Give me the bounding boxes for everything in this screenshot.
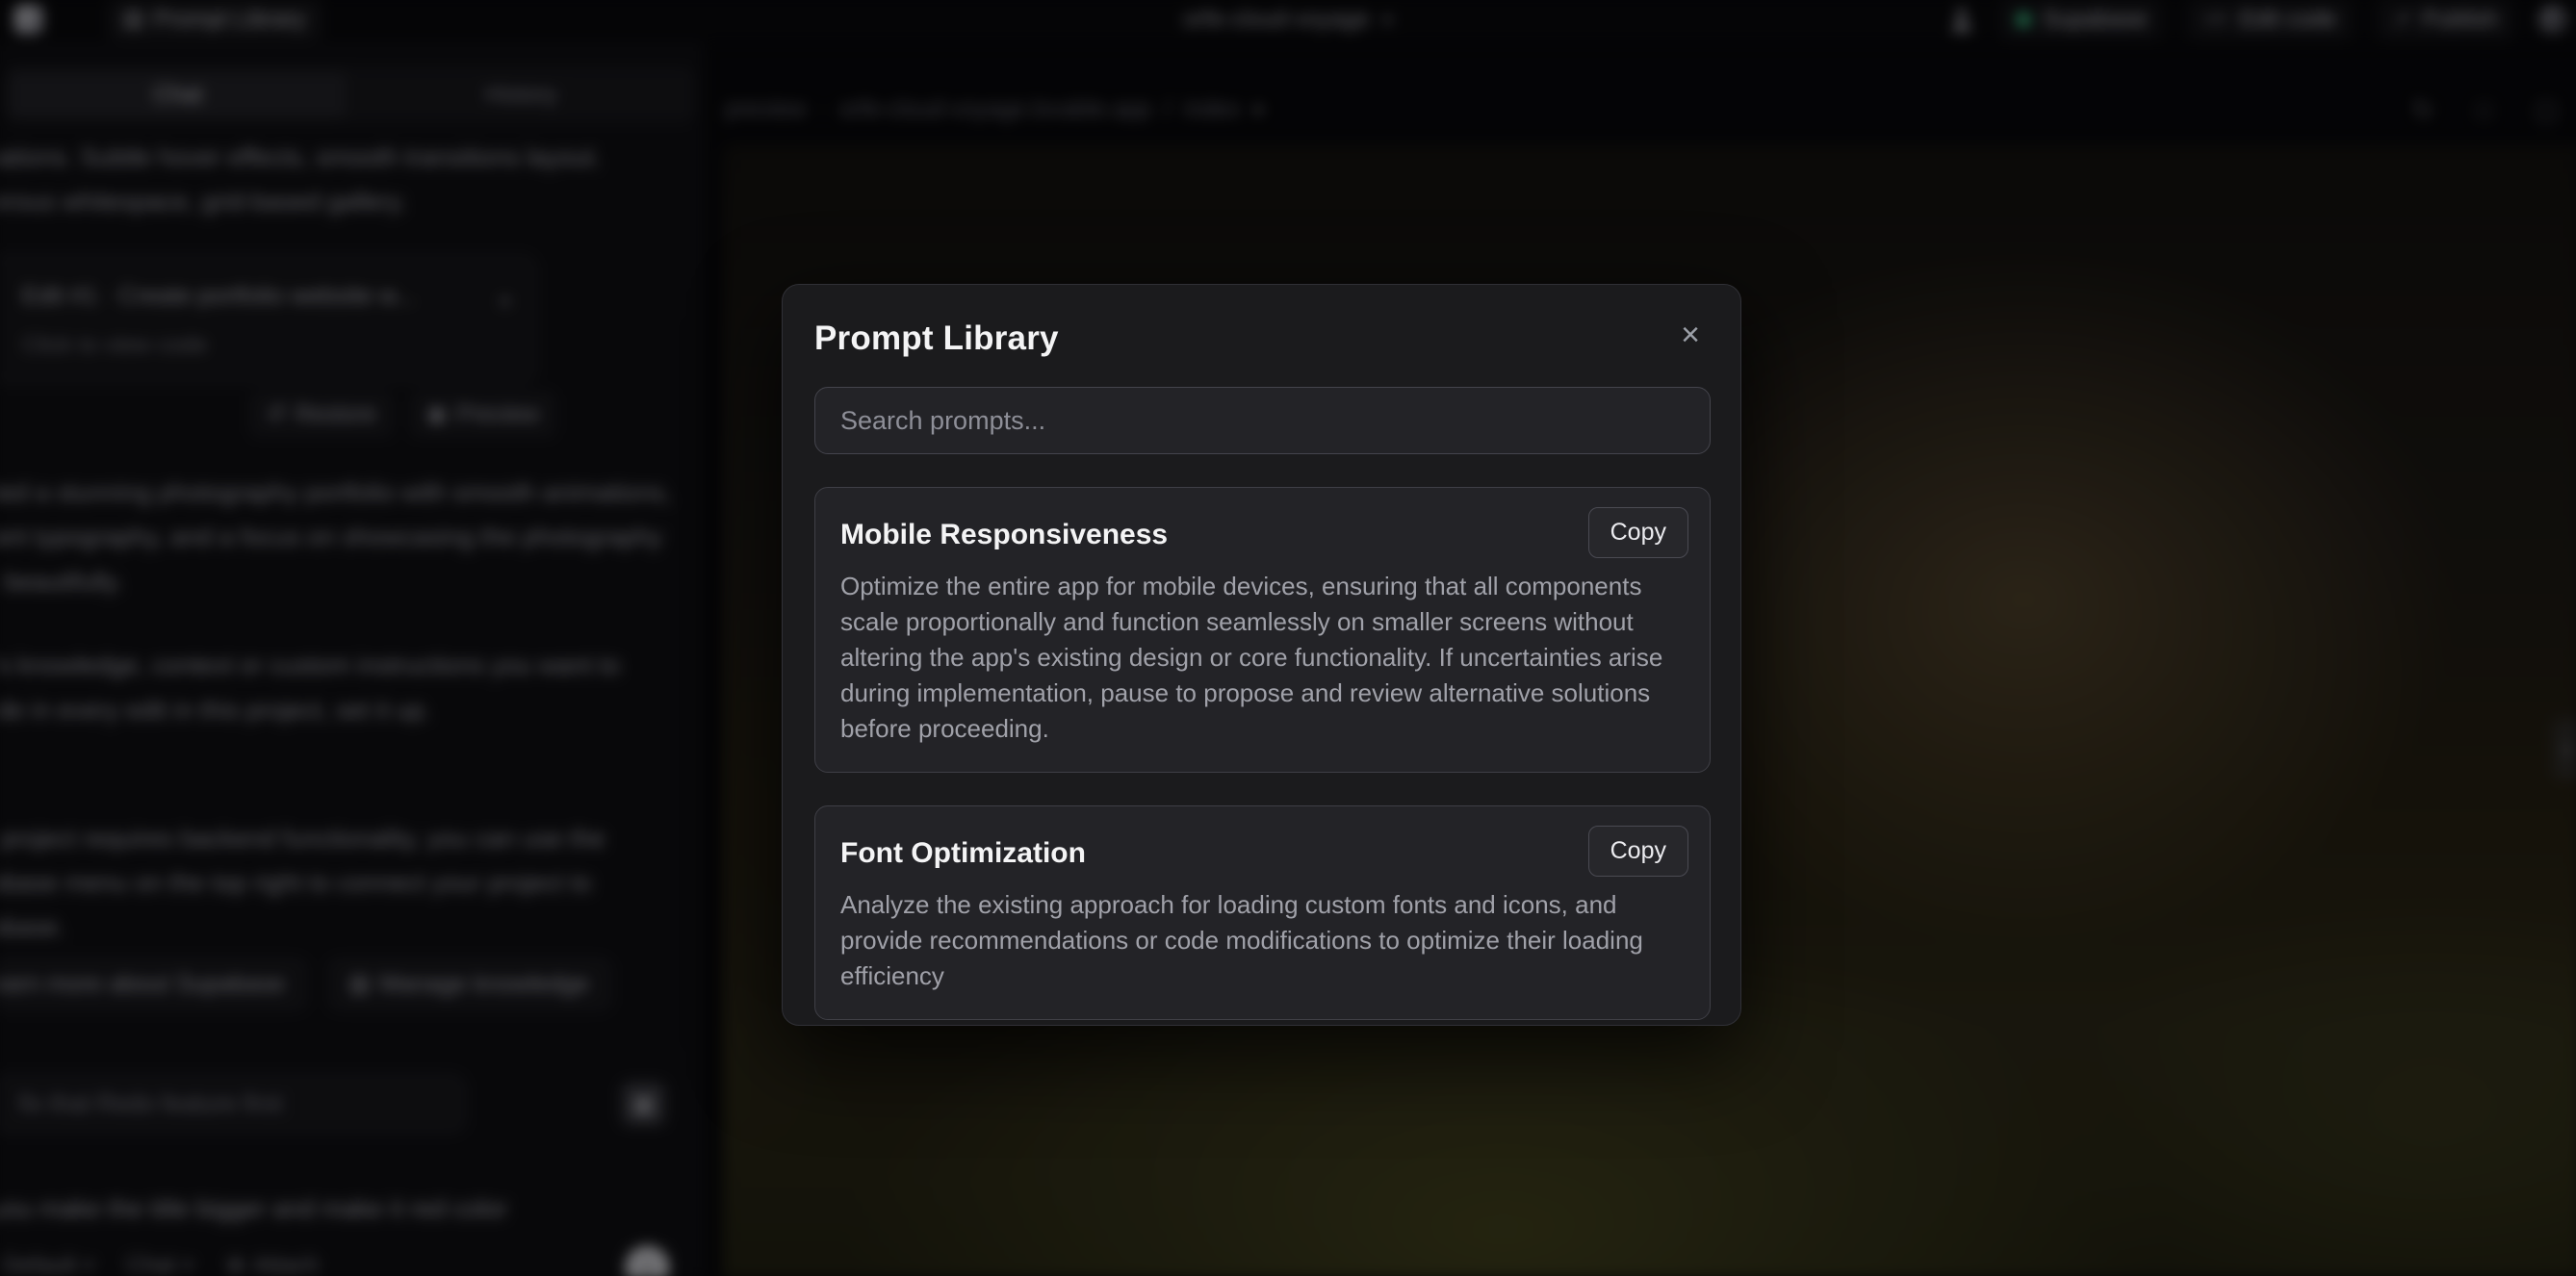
app-window: Prompt Library orfe-cloud-voyage ▾ Supab… — [0, 0, 2576, 1276]
prompt-card-description: Optimize the entire app for mobile devic… — [840, 569, 1685, 747]
prompt-card: Font Optimization Copy Analyze the exist… — [814, 805, 1711, 1020]
copy-button[interactable]: Copy — [1588, 507, 1688, 558]
prompt-card-title: Font Optimization — [840, 837, 1685, 870]
copy-button[interactable]: Copy — [1588, 826, 1688, 877]
modal-title: Prompt Library — [814, 319, 1709, 358]
search-input[interactable] — [814, 387, 1711, 454]
prompt-library-modal: Prompt Library × Mobile Responsiveness C… — [782, 284, 1741, 1026]
prompt-card: Mobile Responsiveness Copy Optimize the … — [814, 487, 1711, 773]
close-icon[interactable]: × — [1669, 314, 1712, 356]
prompt-card-description: Analyze the existing approach for loadin… — [840, 887, 1685, 994]
prompt-card-title: Mobile Responsiveness — [840, 519, 1685, 551]
